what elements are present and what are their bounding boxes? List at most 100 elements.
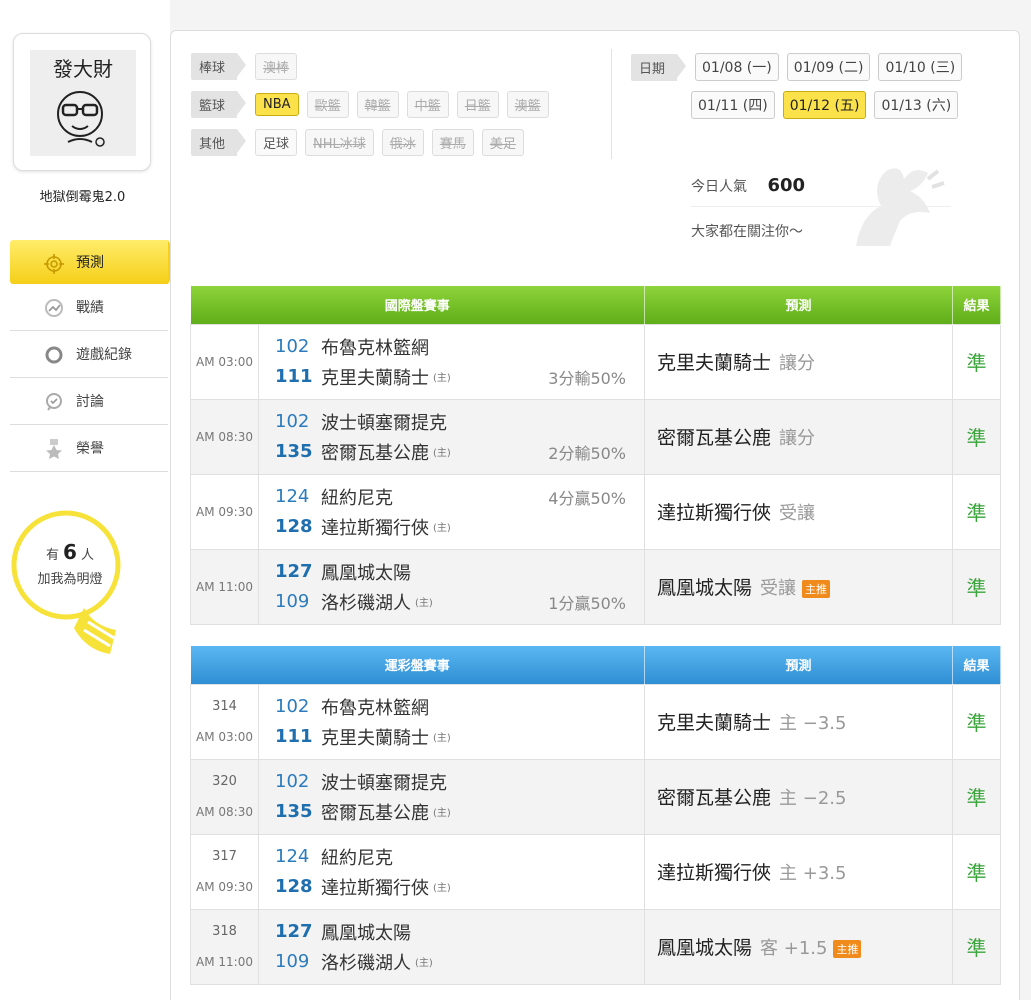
- lamp-prefix: 有: [46, 548, 60, 563]
- team-name[interactable]: 波士頓塞爾提克: [321, 409, 447, 435]
- intl-odds-table: 國際盤賽事 預測 結果 AM 03:00 102 布魯克林籃網 111 克里夫蘭騎士…: [190, 286, 1002, 625]
- result: 準: [952, 398, 1002, 475]
- result: 準: [952, 548, 1002, 625]
- home-marker: (主): [415, 958, 433, 969]
- prediction: 密爾瓦基公鹿 讓分: [644, 398, 954, 475]
- sidebar-item-label: 討論: [76, 394, 104, 410]
- lamp-line2: 加我為明燈: [37, 572, 103, 587]
- handicap: 4分贏50%: [548, 488, 627, 508]
- result: 準: [952, 683, 1002, 760]
- home-marker: (主): [433, 523, 451, 534]
- sidebar-item-label: 預測: [76, 255, 104, 271]
- team-name[interactable]: 鳳凰城太陽: [321, 919, 411, 945]
- header-matches: 運彩盤賽事: [190, 646, 646, 684]
- filter-chip[interactable]: 美足: [481, 129, 524, 156]
- filter-chip[interactable]: 韓籃: [356, 91, 399, 118]
- sidebar-item-honor[interactable]: 榮譽: [10, 425, 168, 472]
- sidebar-item-label: 榮譽: [76, 441, 104, 457]
- table-row: AM 09:30 124 紐約尼克 4分贏50% 128 達拉斯獨行俠 (主) 達拉斯獨…: [190, 473, 1002, 550]
- popularity-value: 600: [767, 175, 806, 196]
- team-name[interactable]: 洛杉磯湖人: [321, 949, 411, 975]
- header-prediction: 預測: [644, 286, 954, 324]
- team-name[interactable]: 紐約尼克: [321, 484, 393, 510]
- result: 準: [952, 323, 1002, 400]
- team-name[interactable]: 密爾瓦基公鹿: [321, 439, 429, 465]
- date-chip-selected[interactable]: 01/12 (五): [782, 91, 867, 119]
- avatar[interactable]: 發大財: [13, 33, 151, 171]
- prediction: 達拉斯獨行俠主 +3.5: [644, 833, 954, 910]
- lamp-count: 6: [63, 540, 77, 564]
- date-chip[interactable]: 01/08 (一): [695, 53, 779, 81]
- sidebar-item-game-log[interactable]: 遊戲紀錄: [10, 331, 168, 378]
- filter-chip[interactable]: 賽馬: [431, 129, 474, 156]
- filter-chip[interactable]: 日籃: [456, 91, 499, 118]
- match-time: AM 09:30: [190, 473, 259, 550]
- sidebar-item-predict[interactable]: 預測: [10, 240, 180, 284]
- match-time: 318 AM 11:00: [190, 908, 259, 985]
- filter-chip[interactable]: 歐籃: [306, 91, 349, 118]
- team-name[interactable]: 布魯克林籃網: [321, 334, 429, 360]
- table-row: AM 11:00 127 鳳凰城太陽 109 洛杉磯湖人 (主) 1分贏50% 鳳凰城太…: [190, 548, 1002, 625]
- filter-chip[interactable]: 澳棒: [255, 53, 298, 80]
- home-marker: (主): [433, 448, 451, 459]
- handicap: 1分贏50%: [548, 593, 627, 613]
- table-row: 318 AM 11:00 127 鳳凰城太陽 109 洛杉磯湖人 (主) 鳳凰城太陽客 …: [190, 908, 1002, 985]
- filter-chip-nba[interactable]: NBA: [255, 93, 299, 116]
- team-number: 128: [275, 516, 313, 537]
- pick-line: 主 −2.5: [779, 788, 847, 809]
- prediction: 密爾瓦基公鹿主 −2.5: [644, 758, 954, 835]
- team-name[interactable]: 洛杉磯湖人: [321, 589, 411, 615]
- result: 準: [952, 758, 1002, 835]
- team-number: 135: [275, 801, 313, 822]
- date-chip[interactable]: 01/10 (三): [878, 53, 963, 81]
- prediction: 克里夫蘭騎士主 −3.5: [644, 683, 954, 760]
- prediction: 鳳凰城太陽 受讓 主推: [644, 548, 954, 625]
- game-code: 314: [212, 698, 237, 714]
- date-chip[interactable]: 01/13 (六): [874, 91, 959, 119]
- prediction: 克里夫蘭騎士 讓分: [644, 323, 954, 400]
- team-name[interactable]: 達拉斯獨行俠: [321, 874, 429, 900]
- team-name[interactable]: 紐約尼克: [321, 844, 393, 870]
- team-name[interactable]: 鳳凰城太陽: [321, 559, 411, 585]
- filter-chip[interactable]: 中籃: [406, 91, 449, 118]
- match-teams: 102 布魯克林籃網 111 克里夫蘭騎士 (主) 3分輸50%: [257, 323, 646, 400]
- filter-chip[interactable]: 俄冰: [381, 129, 424, 156]
- filter-chip[interactable]: 澳籃: [506, 91, 549, 118]
- sidebar-item-discussion[interactable]: 討論: [10, 378, 168, 425]
- match-teams: 102 布魯克林籃網 111 克里夫蘭騎士 (主): [257, 683, 646, 760]
- popularity-subtitle: 大家都在關注你～: [691, 224, 803, 240]
- pick-type: 受讓: [779, 503, 816, 524]
- table-header: 國際盤賽事 預測 結果: [190, 286, 1002, 324]
- result: 準: [952, 833, 1002, 910]
- filter-chip[interactable]: NHL冰球: [305, 129, 374, 156]
- home-marker: (主): [433, 883, 451, 894]
- game-code: 317: [212, 848, 237, 864]
- circle-icon: [45, 346, 63, 364]
- date-chip[interactable]: 01/09 (二): [786, 53, 871, 81]
- lamp-follow-count[interactable]: 有6人 加我為明燈: [0, 540, 140, 592]
- filter-chip[interactable]: 足球: [255, 129, 298, 156]
- pick-team: 鳳凰城太陽: [657, 577, 753, 599]
- match-teams: 127 鳳凰城太陽 109 洛杉磯湖人 (主): [257, 908, 646, 985]
- avatar-text: 發大財: [53, 57, 113, 81]
- table-row: 317 AM 09:30 124 紐約尼克 128 達拉斯獨行俠 (主) 達拉斯獨行俠主…: [190, 833, 1002, 910]
- team-name[interactable]: 波士頓塞爾提克: [321, 769, 447, 795]
- handicap: 3分輸50%: [548, 368, 627, 388]
- filter-label: 籃球: [191, 91, 247, 118]
- sidebar-item-record[interactable]: 戰績: [10, 284, 168, 331]
- team-name[interactable]: 達拉斯獨行俠: [321, 514, 429, 540]
- lamp-suffix: 人: [80, 548, 94, 563]
- date-chip[interactable]: 01/11 (四): [691, 91, 775, 119]
- pick-team: 克里夫蘭騎士: [657, 712, 772, 734]
- featured-badge: 主推: [833, 939, 862, 958]
- team-name[interactable]: 克里夫蘭騎士: [321, 724, 429, 750]
- team-number: 109: [275, 591, 310, 612]
- team-number: 102: [275, 411, 310, 432]
- team-name[interactable]: 克里夫蘭騎士: [321, 364, 429, 390]
- team-name[interactable]: 布魯克林籃網: [321, 694, 429, 720]
- team-number: 109: [275, 951, 310, 972]
- team-name[interactable]: 密爾瓦基公鹿: [321, 799, 429, 825]
- avatar-image: 發大財: [30, 50, 136, 156]
- sidebar-nav: 預測 戰績 遊戲紀錄 討論 榮譽: [10, 240, 180, 472]
- sport-lottery-table: 運彩盤賽事 預測 結果 314 AM 03:00 102 布魯克林籃網 111 克里夫…: [190, 646, 1002, 985]
